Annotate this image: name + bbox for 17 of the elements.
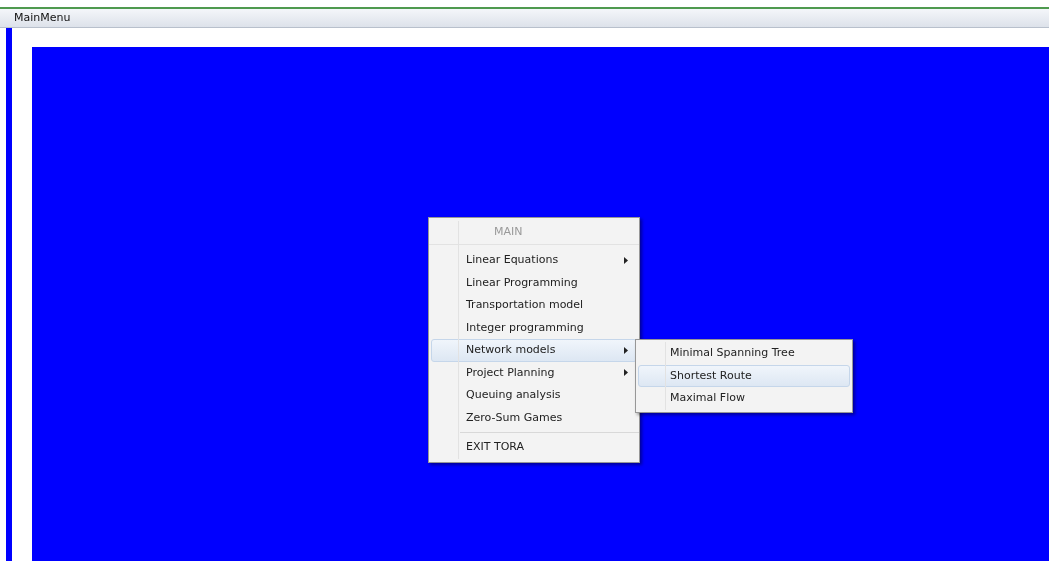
menu-item[interactable]: Transportation model — [431, 294, 637, 317]
menu-item[interactable]: Linear Equations — [431, 249, 637, 272]
menu-item[interactable]: Minimal Spanning Tree — [638, 342, 850, 365]
menu-item[interactable]: Shortest Route — [638, 364, 850, 387]
submenu-arrow-icon — [624, 346, 628, 354]
menu-item[interactable]: Zero-Sum Games — [431, 406, 637, 429]
menu-item[interactable]: EXIT TORA — [431, 436, 637, 459]
submenu-arrow-icon — [624, 369, 628, 377]
window-title: MainMenu — [0, 9, 1049, 28]
menu-item[interactable]: Linear Programming — [431, 271, 637, 294]
menu-item[interactable]: Maximal Flow — [638, 387, 850, 410]
submenu-arrow-icon — [624, 256, 628, 264]
menu-header: MAIN — [494, 224, 523, 241]
menu-item[interactable]: Project Planning — [431, 361, 637, 384]
menu-item[interactable]: Queuing analysis — [431, 384, 637, 407]
menu-item[interactable]: Network models — [431, 339, 637, 362]
menu-item[interactable]: Integer programming — [431, 316, 637, 339]
